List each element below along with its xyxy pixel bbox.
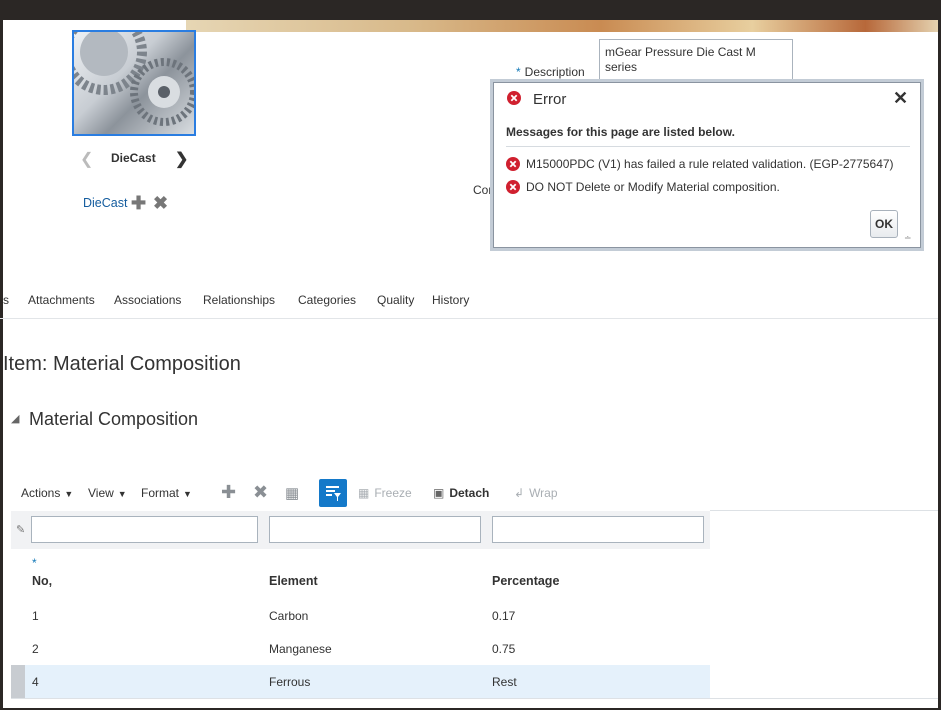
table-row[interactable]: 2 Manganese 0.75	[11, 632, 710, 666]
item-image[interactable]	[72, 30, 196, 136]
partial-label: Con	[473, 183, 496, 197]
freeze-button[interactable]: ▦ Freeze	[358, 486, 412, 500]
caret-down-icon: ▼	[64, 489, 74, 499]
top-bar	[0, 0, 941, 20]
description-label-text: Description	[524, 65, 585, 79]
view-menu[interactable]: View ▼	[88, 486, 127, 500]
resize-grip-icon[interactable]: ∸	[904, 233, 912, 244]
error-message-text: DO NOT Delete or Modify Material composi…	[526, 180, 780, 194]
tab-partial[interactable]: s	[3, 293, 9, 307]
page-title: Item: Material Composition	[3, 353, 241, 375]
query-by-example-button[interactable]	[319, 479, 347, 507]
row-marker	[11, 599, 25, 632]
table-row-selected[interactable]: 4 Ferrous Rest	[11, 665, 710, 699]
error-message-text: M15000PDC (V1) has failed a rule related…	[526, 157, 894, 171]
cell-percentage: 0.17	[492, 609, 516, 623]
column-header-no[interactable]: No,	[32, 574, 52, 588]
wrap-label: Wrap	[529, 486, 558, 500]
tab-quality[interactable]: Quality	[377, 293, 414, 307]
row-marker	[11, 632, 25, 665]
cell-no: 4	[32, 675, 39, 689]
divider	[11, 698, 938, 699]
caret-down-icon: ▼	[183, 489, 192, 499]
gear-image-icon	[74, 32, 194, 126]
tab-relationships[interactable]: Relationships	[203, 293, 275, 307]
error-icon	[506, 180, 520, 194]
collapse-triangle-icon[interactable]: ◢	[11, 412, 19, 425]
error-message: M15000PDC (V1) has failed a rule related…	[506, 157, 894, 171]
dialog-title: Error	[533, 91, 567, 108]
ok-button[interactable]: OK	[870, 210, 898, 238]
cell-percentage: Rest	[492, 675, 517, 689]
detach-button[interactable]: ▣ Detach	[433, 486, 489, 500]
required-marker: *	[516, 65, 521, 79]
column-header-percentage[interactable]: Percentage	[492, 574, 559, 588]
add-icon[interactable]: ✚	[131, 193, 146, 214]
dialog-subtitle: Messages for this page are listed below.	[506, 125, 735, 139]
cell-element: Manganese	[269, 642, 332, 656]
tab-categories[interactable]: Categories	[298, 293, 356, 307]
caret-down-icon: ▼	[117, 489, 127, 499]
pencil-icon: ✎	[16, 524, 26, 536]
delete-row-icon[interactable]: ✖	[253, 482, 268, 503]
wrap-button[interactable]: ↲ Wrap	[514, 486, 558, 500]
tab-attachments[interactable]: Attachments	[28, 293, 95, 307]
tab-associations[interactable]: Associations	[114, 293, 181, 307]
row-marker	[11, 665, 25, 698]
header-banner	[186, 20, 941, 32]
cell-element: Ferrous	[269, 675, 311, 689]
format-label: Format	[141, 486, 180, 500]
table-header: * No, Element Percentage	[11, 549, 710, 600]
required-marker: *	[32, 556, 37, 570]
chevron-left-icon[interactable]: ❮	[80, 149, 93, 169]
detach-icon: ▣	[433, 486, 445, 500]
diecast-link[interactable]: DieCast	[83, 196, 127, 210]
section-title: Material Composition	[29, 409, 199, 429]
freeze-label: Freeze	[374, 486, 412, 500]
columns-icon[interactable]: ▦	[285, 484, 299, 502]
format-menu[interactable]: Format ▼	[141, 486, 192, 500]
column-header-element[interactable]: Element	[269, 574, 318, 588]
divider	[506, 146, 910, 147]
description-label: * Description	[516, 65, 585, 79]
cell-no: 2	[32, 642, 39, 656]
divider	[710, 510, 938, 511]
error-message: DO NOT Delete or Modify Material composi…	[506, 180, 780, 194]
close-icon[interactable]: ✕	[893, 88, 908, 109]
tab-history[interactable]: History	[432, 293, 469, 307]
actions-menu[interactable]: Actions ▼	[21, 486, 73, 500]
filter-row: ✎	[11, 511, 710, 550]
cell-element: Carbon	[269, 609, 309, 623]
error-icon	[506, 157, 520, 171]
cell-percentage: 0.75	[492, 642, 516, 656]
view-label: View	[88, 486, 114, 500]
filter-no-input[interactable]	[31, 516, 258, 543]
tab-bar: s Attachments Associations Relationships…	[0, 290, 938, 319]
detach-label: Detach	[449, 486, 490, 500]
error-icon	[507, 91, 521, 105]
table-row[interactable]: 1 Carbon 0.17	[11, 599, 710, 633]
chevron-right-icon[interactable]: ❯	[175, 149, 188, 169]
filter-percentage-input[interactable]	[492, 516, 704, 543]
filter-element-input[interactable]	[269, 516, 481, 543]
delete-icon[interactable]: ✖	[153, 193, 168, 214]
add-row-icon[interactable]: ✚	[221, 482, 236, 503]
image-caption: DieCast	[111, 151, 156, 165]
freeze-icon: ▦	[358, 486, 370, 500]
actions-label: Actions	[21, 486, 61, 500]
image-navigator: ❮ DieCast ❯	[80, 149, 190, 169]
wrap-icon: ↲	[514, 486, 525, 500]
table-toolbar: Actions ▼ View ▼ Format ▼ ✚ ✖ ▦ ▦ Freeze ▣ De…	[20, 479, 620, 507]
description-field[interactable]: mGear Pressure Die Cast M series	[599, 39, 793, 85]
error-dialog: Error ✕ Messages for this page are liste…	[493, 82, 921, 248]
cell-no: 1	[32, 609, 39, 623]
filter-icon	[326, 486, 341, 501]
